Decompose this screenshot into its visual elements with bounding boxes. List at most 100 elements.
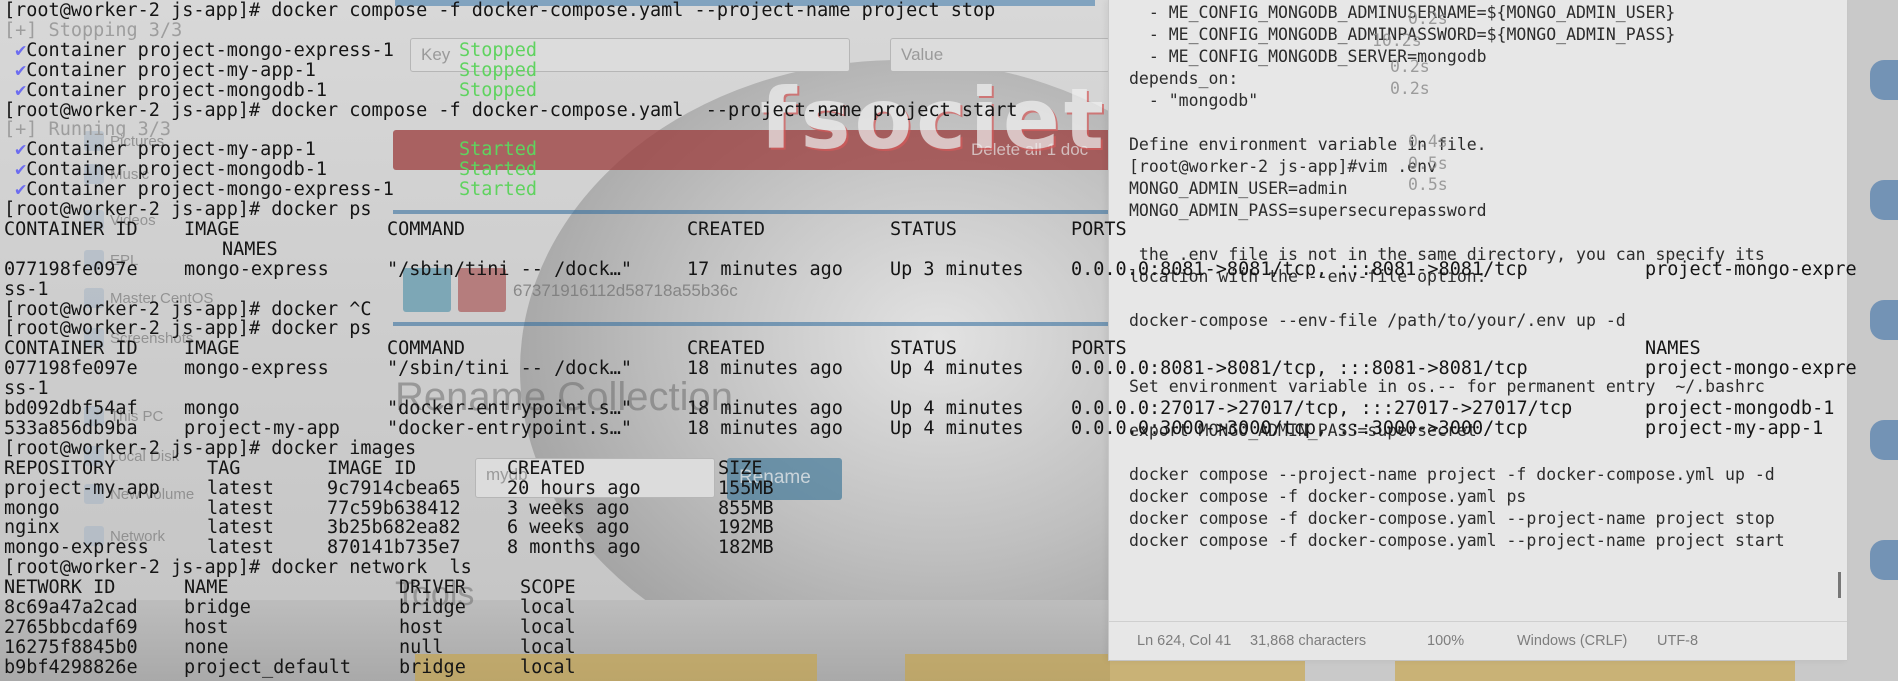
table-cell: latest — [207, 537, 274, 559]
check-icon: ✔ — [4, 159, 27, 181]
table-cell: 155MB — [718, 477, 774, 499]
table-cell: project-mongo-expre — [1645, 258, 1857, 280]
table-cell: IMAGE — [184, 218, 240, 240]
check-icon: ✔ — [4, 79, 27, 101]
terminal-line: [root@worker-2 js-app]# docker ^C — [4, 298, 372, 320]
table-cell: latest — [207, 477, 274, 499]
terminal-line: [root@worker-2 js-app]# docker network l… — [4, 557, 472, 579]
table-cell: Up 4 minutes — [890, 398, 1024, 419]
table-cell: 20 hours ago — [507, 477, 641, 499]
table-cell: 077198fe097e — [4, 258, 138, 280]
table-cell: 0.0.0.0:8081->8081/tcp, :::8081->8081/tc… — [1071, 258, 1528, 280]
table-cell: "/sbin/tini -- /dock…" — [387, 358, 633, 380]
table-cell: NETWORK ID — [4, 577, 116, 599]
table-cell: CREATED — [507, 457, 585, 479]
table-cell: CONTAINER ID — [4, 338, 138, 360]
table-cell: "/sbin/tini -- /dock…" — [387, 258, 633, 280]
table-cell: DRIVER — [399, 577, 466, 599]
table-cell: project-mongo-expre — [1645, 358, 1857, 380]
table-cell: NAMES — [222, 238, 278, 260]
table-cell: SCOPE — [520, 577, 576, 599]
container-status-line: ✔Container project-mongo-express-1 Starte… — [4, 179, 537, 201]
table-cell: local — [520, 616, 576, 638]
table-cell: 18 minutes ago — [687, 417, 843, 439]
table-cell: project-my-app — [184, 417, 340, 439]
table-cell: Up 3 minutes — [890, 258, 1024, 280]
table-cell: null — [399, 636, 444, 658]
container-status-line: ✔Container project-mongo-express-1 Stoppe… — [4, 39, 537, 61]
table-cell: IMAGE ID — [327, 457, 417, 479]
table-cell: bridge — [399, 656, 466, 678]
table-cell: mongo — [184, 398, 240, 419]
terminal-line: [+] Running 3/3 — [4, 119, 172, 141]
container-name: Container project-mongo-express-1 — [26, 39, 394, 61]
table-cell: 16275f8845b0 — [4, 636, 138, 658]
table-cell: STATUS — [890, 338, 957, 360]
terminal-line: [root@worker-2 js-app]# docker ps — [4, 318, 372, 340]
table-cell: PORTS — [1071, 338, 1127, 360]
table-cell: latest — [207, 517, 274, 539]
table-cell: NAMES — [1645, 338, 1701, 360]
table-cell: "docker-entrypoint.s…" — [387, 398, 633, 419]
table-cell: bridge — [399, 597, 466, 618]
table-cell: project-my-app — [4, 477, 160, 499]
table-cell: 77c59b638412 — [327, 497, 461, 519]
table-cell: 0.0.0.0:3000->3000/tcp, :::3000->3000/tc… — [1071, 417, 1528, 439]
table-cell: 855MB — [718, 497, 774, 519]
table-cell: 0.0.0.0:8081->8081/tcp, :::8081->8081/tc… — [1071, 358, 1528, 380]
table-cell: host — [184, 616, 229, 638]
table-cell: 18 minutes ago — [687, 358, 843, 380]
table-cell: 870141b735e7 — [327, 537, 461, 559]
table-cell: NAME — [184, 577, 229, 599]
terminal-line: [+] Stopping 3/3 — [4, 19, 183, 41]
table-cell: Up 4 minutes — [890, 417, 1024, 439]
table-cell: 8c69a47a2cad — [4, 597, 138, 618]
table-cell: bd092dbf54af — [4, 398, 138, 419]
table-cell: "docker-entrypoint.s…" — [387, 417, 633, 439]
container-status-line: ✔Container project-mongodb-1 Stopped — [4, 79, 537, 101]
table-cell: SIZE — [718, 457, 763, 479]
table-cell: project-my-app-1 — [1645, 417, 1824, 439]
terminal-line: ss-1 — [4, 278, 49, 300]
table-cell: Up 4 minutes — [890, 358, 1024, 380]
container-status-line: ✔Container project-my-app-1 Stopped — [4, 59, 537, 81]
table-cell: none — [184, 636, 229, 658]
terminal-line: [root@worker-2 js-app]# docker images — [4, 437, 417, 459]
table-cell: TAG — [207, 457, 241, 479]
container-name: Container project-my-app-1 — [26, 139, 316, 161]
table-cell: local — [520, 636, 576, 658]
table-cell: nginx — [4, 517, 60, 539]
check-icon: ✔ — [4, 139, 27, 161]
table-cell: local — [520, 597, 576, 618]
table-cell: 18 minutes ago — [687, 398, 843, 419]
container-state: Started — [459, 159, 537, 181]
table-cell: 0.0.0.0:27017->27017/tcp, :::27017->2701… — [1071, 398, 1573, 419]
table-cell: COMMAND — [387, 218, 465, 240]
terminal-line: [root@worker-2 js-app]# docker ps — [4, 199, 372, 220]
table-cell: STATUS — [890, 218, 957, 240]
table-cell: project-mongodb-1 — [1645, 398, 1835, 419]
table-cell: mongo-express — [4, 537, 149, 559]
table-cell: 3 weeks ago — [507, 497, 630, 519]
terminal-line: [root@worker-2 js-app]# docker compose -… — [4, 0, 996, 21]
table-cell: local — [520, 656, 576, 678]
table-cell: PORTS — [1071, 218, 1127, 240]
table-cell: mongo-express — [184, 358, 329, 380]
terminal-output[interactable]: [root@worker-2 js-app]# docker compose -… — [0, 0, 1898, 681]
terminal-line: ss-1 — [4, 378, 49, 400]
container-state: Stopped — [459, 79, 537, 101]
table-cell: 3b25b682ea82 — [327, 517, 461, 539]
check-icon: ✔ — [4, 59, 27, 81]
container-name: Container project-my-app-1 — [26, 59, 316, 81]
table-cell: host — [399, 616, 444, 638]
check-icon: ✔ — [4, 179, 27, 201]
table-cell: 192MB — [718, 517, 774, 539]
table-cell: 17 minutes ago — [687, 258, 843, 280]
table-cell: 182MB — [718, 537, 774, 559]
table-cell: bridge — [184, 597, 251, 618]
table-cell: 077198fe097e — [4, 358, 138, 380]
table-cell: mongo-express — [184, 258, 329, 280]
table-cell: CREATED — [687, 338, 765, 360]
table-cell: latest — [207, 497, 274, 519]
container-state: Stopped — [459, 59, 537, 81]
